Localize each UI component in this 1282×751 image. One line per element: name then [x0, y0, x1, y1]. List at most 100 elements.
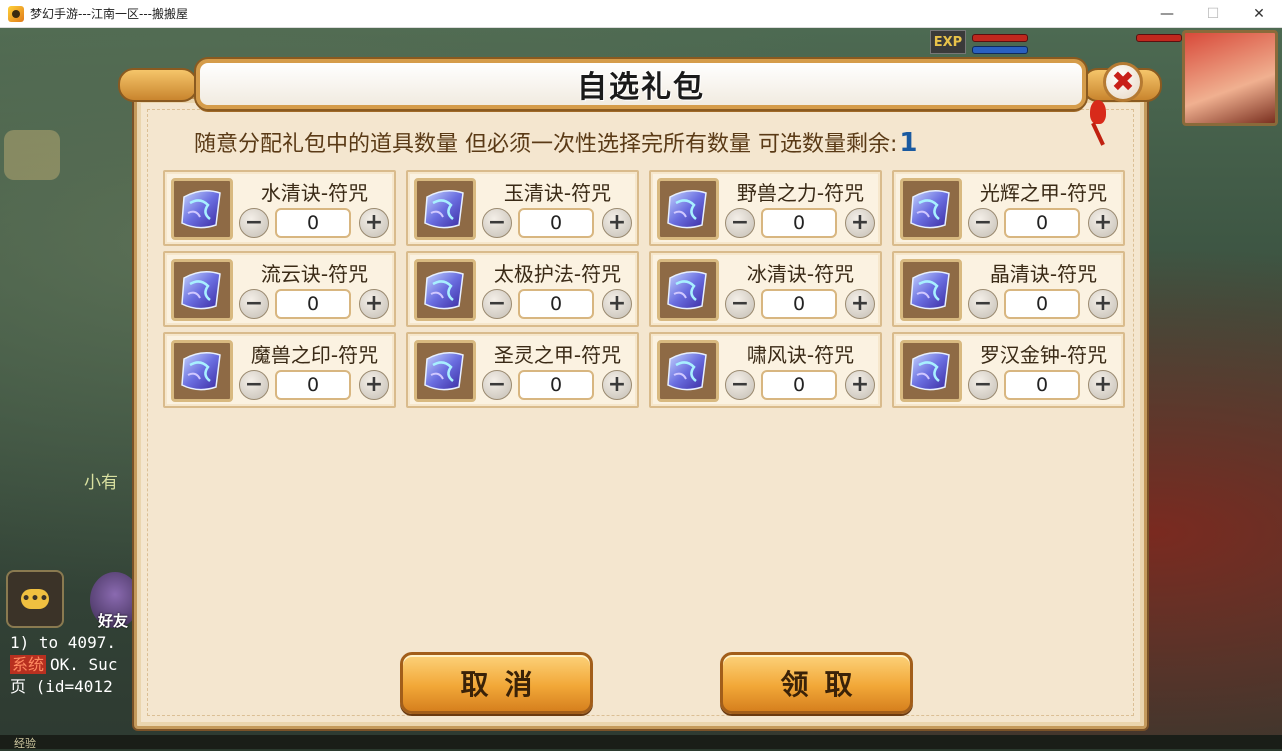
item-name: 啸风诀-符咒 — [746, 343, 855, 367]
talisman-scroll-icon[interactable] — [171, 259, 233, 321]
increase-button[interactable]: + — [359, 289, 389, 319]
quantity-field[interactable]: 0 — [275, 208, 351, 238]
talisman-scroll-icon[interactable] — [414, 178, 476, 240]
quantity-field[interactable]: 0 — [275, 289, 351, 319]
talisman-scroll-icon[interactable] — [657, 178, 719, 240]
increase-button[interactable]: + — [1088, 208, 1118, 238]
item-slot: 玉清诀-符咒 −0 + — [406, 170, 639, 246]
instruction-text: 随意分配礼包中的道具数量 但必须一次性选择完所有数量 可选数量剩余:1 — [194, 126, 918, 158]
chat-icon: ••• — [21, 589, 49, 609]
chat-line: 1) to 4097. — [10, 633, 116, 652]
chat-button[interactable]: ••• — [6, 570, 64, 628]
quantity-stepper: −0 + — [725, 208, 875, 240]
quantity-field[interactable]: 0 — [518, 289, 594, 319]
quest-toggle-icon[interactable] — [4, 130, 60, 180]
item-name: 水清诀-符咒 — [260, 181, 369, 205]
decrease-button[interactable]: − — [482, 289, 512, 319]
talisman-scroll-icon[interactable] — [414, 259, 476, 321]
scroll-cap-left — [118, 68, 198, 102]
side-text: 小有 — [84, 473, 118, 493]
talisman-scroll-icon[interactable] — [657, 340, 719, 402]
item-name: 光辉之甲-符咒 — [979, 181, 1108, 205]
item-slot: 冰清诀-符咒 −0 + — [649, 251, 882, 327]
quantity-stepper: −0 + — [239, 370, 389, 402]
increase-button[interactable]: + — [845, 208, 875, 238]
decrease-button[interactable]: − — [725, 208, 755, 238]
quantity-stepper: −0 + — [239, 289, 389, 321]
decrease-button[interactable]: − — [239, 289, 269, 319]
item-slot: 水清诀-符咒 −0 + — [163, 170, 396, 246]
item-slot: 圣灵之甲-符咒 −0 + — [406, 332, 639, 408]
quantity-stepper: −0 + — [239, 208, 389, 240]
decrease-button[interactable]: − — [239, 370, 269, 400]
talisman-scroll-icon[interactable] — [900, 178, 962, 240]
quantity-field[interactable]: 0 — [275, 370, 351, 400]
decrease-button[interactable]: − — [968, 208, 998, 238]
increase-button[interactable]: + — [1088, 289, 1118, 319]
quantity-field[interactable]: 0 — [518, 370, 594, 400]
quantity-stepper: −0 + — [725, 370, 875, 402]
item-name: 晶清诀-符咒 — [989, 262, 1098, 286]
decrease-button[interactable]: − — [482, 370, 512, 400]
system-tag: 系统 — [10, 655, 47, 674]
talisman-scroll-icon[interactable] — [171, 340, 233, 402]
quantity-field[interactable]: 0 — [761, 370, 837, 400]
decrease-button[interactable]: − — [968, 289, 998, 319]
item-slot: 啸风诀-符咒 −0 + — [649, 332, 882, 408]
decrease-button[interactable]: − — [239, 208, 269, 238]
increase-button[interactable]: + — [602, 289, 632, 319]
claim-button[interactable]: 领取 — [720, 652, 913, 714]
item-name: 罗汉金钟-符咒 — [979, 343, 1108, 367]
exp-indicator: EXP — [930, 30, 966, 54]
decrease-button[interactable]: − — [725, 370, 755, 400]
item-slot: 太极护法-符咒 −0 + — [406, 251, 639, 327]
dialog-title-plate: 自选礼包 — [196, 59, 1086, 109]
increase-button[interactable]: + — [359, 208, 389, 238]
increase-button[interactable]: + — [602, 370, 632, 400]
quantity-field[interactable]: 0 — [1004, 370, 1080, 400]
window-close-button[interactable]: ✕ — [1236, 0, 1282, 27]
decrease-button[interactable]: − — [968, 370, 998, 400]
item-name: 太极护法-符咒 — [493, 262, 622, 286]
minimize-button[interactable]: — — [1144, 0, 1190, 27]
remaining-count: 1 — [899, 128, 918, 158]
talisman-scroll-icon[interactable] — [414, 340, 476, 402]
talisman-scroll-icon[interactable] — [657, 259, 719, 321]
talisman-scroll-icon[interactable] — [171, 178, 233, 240]
quantity-stepper: −0 + — [725, 289, 875, 321]
decrease-button[interactable]: − — [725, 289, 755, 319]
increase-button[interactable]: + — [1088, 370, 1118, 400]
talisman-scroll-icon[interactable] — [900, 259, 962, 321]
app-icon — [8, 5, 24, 22]
increase-button[interactable]: + — [602, 208, 632, 238]
quantity-stepper: −0 + — [968, 208, 1118, 240]
dialog-close-button[interactable]: ✖ — [1103, 62, 1143, 102]
chat-line: 页 (id=4012 — [10, 677, 113, 696]
quantity-stepper: −0 + — [482, 208, 632, 240]
pet-hp-bar — [1136, 34, 1182, 42]
bottom-exp-bar: 经验 — [0, 735, 1282, 750]
player-portrait[interactable] — [1182, 30, 1278, 126]
decrease-button[interactable]: − — [482, 208, 512, 238]
increase-button[interactable]: + — [845, 370, 875, 400]
item-slot: 野兽之力-符咒 −0 + — [649, 170, 882, 246]
hp-bar — [972, 34, 1028, 42]
item-name: 流云诀-符咒 — [260, 262, 369, 286]
maximize-button[interactable]: ☐ — [1190, 0, 1236, 27]
quantity-field[interactable]: 0 — [761, 208, 837, 238]
item-name: 圣灵之甲-符咒 — [493, 343, 622, 367]
quantity-stepper: −0 + — [482, 289, 632, 321]
talisman-scroll-icon[interactable] — [900, 340, 962, 402]
item-name: 魔兽之印-符咒 — [250, 343, 379, 367]
increase-button[interactable]: + — [359, 370, 389, 400]
quantity-field[interactable]: 0 — [761, 289, 837, 319]
quantity-field[interactable]: 0 — [518, 208, 594, 238]
chat-line: 系统 OK. Suc — [10, 654, 136, 676]
increase-button[interactable]: + — [845, 289, 875, 319]
quantity-field[interactable]: 0 — [1004, 208, 1080, 238]
item-slot: 魔兽之印-符咒 −0 + — [163, 332, 396, 408]
dialog-title: 自选礼包 — [577, 70, 705, 105]
instruction-label: 随意分配礼包中的道具数量 但必须一次性选择完所有数量 可选数量剩余: — [194, 132, 898, 157]
cancel-button[interactable]: 取消 — [400, 652, 593, 714]
quantity-field[interactable]: 0 — [1004, 289, 1080, 319]
